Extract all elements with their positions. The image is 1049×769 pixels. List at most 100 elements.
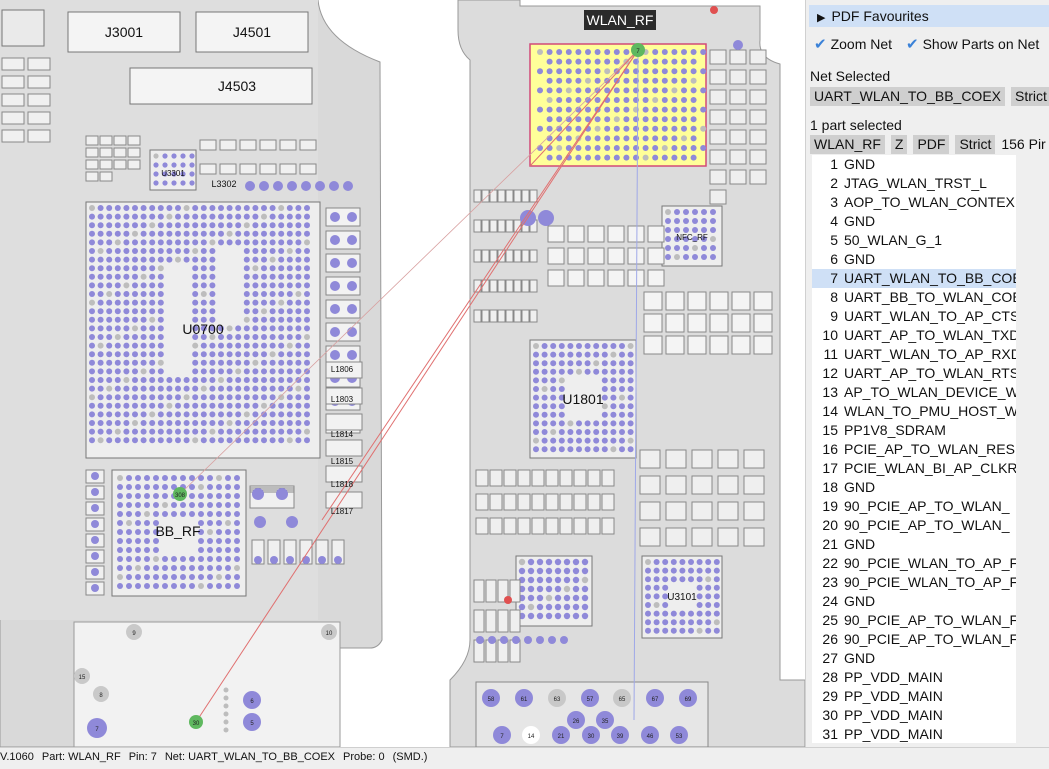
net-name-button[interactable]: UART_WLAN_TO_BB_COEX — [810, 87, 1005, 106]
pad — [234, 493, 240, 499]
pin-list-item[interactable]: 9 UART_WLAN_TO_AP_CTS — [812, 307, 1016, 326]
pad — [192, 205, 199, 211]
pad — [295, 411, 302, 418]
pin-list-item[interactable]: 18 GND — [812, 478, 1016, 497]
pin-list-item[interactable]: 5 50_WLAN_G_1 — [812, 231, 1016, 250]
pin-list-item[interactable]: 6 GND — [812, 250, 1016, 269]
pin-list-item[interactable]: 24 GND — [812, 592, 1016, 611]
pin-number: 15 — [822, 422, 838, 438]
pdf-button[interactable]: PDF — [913, 135, 950, 154]
pad — [97, 420, 104, 426]
pin-list-item[interactable]: 13 AP_TO_WLAN_DEVICE_W — [812, 383, 1016, 402]
pdf-favourites-header[interactable]: ▶ PDF Favourites — [809, 5, 1049, 27]
pad — [149, 428, 156, 435]
pad — [126, 520, 132, 526]
pin-list-item[interactable]: 16 PCIE_AP_TO_WLAN_RES — [812, 440, 1016, 459]
pad — [126, 547, 132, 553]
pad — [556, 87, 563, 94]
pad — [225, 556, 231, 562]
part-outline — [473, 189, 482, 203]
expand-triangle-icon[interactable]: ▶ — [817, 7, 825, 29]
part-outline — [475, 517, 489, 535]
pin-list-item[interactable]: 12 UART_AP_TO_WLAN_RTS — [812, 364, 1016, 383]
pad — [545, 594, 553, 602]
part-name-button[interactable]: WLAN_RF — [810, 135, 885, 154]
pad — [252, 325, 259, 332]
pin-list-item[interactable]: 27 GND — [812, 649, 1016, 668]
pad — [286, 248, 293, 254]
pad — [688, 576, 694, 583]
pin-list-item[interactable]: 23 90_PCIE_WLAN_TO_AP_F — [812, 573, 1016, 592]
pad — [157, 437, 164, 444]
pad — [286, 273, 293, 280]
pin-list-item[interactable]: 22 90_PCIE_WLAN_TO_AP_F — [812, 554, 1016, 573]
board-view[interactable]: J3001 J4501 J4503 U3301 L3302 U0700 BB_RF L1806… — [0, 0, 805, 747]
pin-list-item[interactable]: 20 90_PCIE_AP_TO_WLAN_ — [812, 516, 1016, 535]
part-outline — [503, 517, 517, 535]
pin-list[interactable]: 1 GND 2 JTAG_WLAN_TRST_L 3 AOP_TO_WLAN_CONTEX… — [812, 155, 1016, 743]
pad — [192, 248, 199, 254]
pin-list-item[interactable]: 17 PCIE_WLAN_BI_AP_CLKR — [812, 459, 1016, 478]
pad — [106, 351, 113, 358]
pad — [209, 342, 216, 349]
part-strict-button[interactable]: Strict — [955, 135, 996, 154]
pad — [216, 547, 222, 553]
zoom-net-checkbox[interactable]: ✔ Zoom Net — [814, 35, 892, 54]
pad — [679, 627, 686, 634]
pin-list-item[interactable]: 8 UART_BB_TO_WLAN_COE — [812, 288, 1016, 307]
pad — [690, 87, 697, 94]
pad — [207, 529, 213, 535]
pin-list-item[interactable]: 11 UART_WLAN_TO_AP_RXD — [812, 345, 1016, 364]
pin-list-item[interactable]: 14 WLAN_TO_PMU_HOST_W — [812, 402, 1016, 421]
pad — [295, 325, 302, 332]
pad — [304, 230, 310, 237]
pin-list-item[interactable]: 7 UART_WLAN_TO_BB_COE — [812, 269, 1016, 288]
pad — [140, 308, 147, 315]
pin-list-item[interactable]: 10 UART_AP_TO_WLAN_TXD — [812, 326, 1016, 345]
part-outline — [127, 147, 141, 158]
pin-list-item[interactable]: 4 GND — [812, 212, 1016, 231]
pin-list-item[interactable]: 26 90_PCIE_AP_TO_WLAN_F — [812, 630, 1016, 649]
pad — [114, 316, 121, 323]
pin-list-item[interactable]: 19 90_PCIE_AP_TO_WLAN_ — [812, 497, 1016, 516]
pad — [261, 420, 267, 426]
pad — [243, 411, 250, 418]
net-strict-button[interactable]: Strict — [1011, 87, 1049, 106]
pad — [192, 299, 199, 306]
pad — [536, 603, 544, 611]
pin-list-item[interactable]: 25 90_PCIE_AP_TO_WLAN_F — [812, 611, 1016, 630]
pad — [89, 368, 95, 375]
pad — [550, 394, 557, 401]
zoom-part-button[interactable]: Z — [890, 135, 908, 154]
board-canvas[interactable]: J3001 J4501J4503U3301L3302U0700BB_RFL1806… — [0, 0, 805, 747]
pad — [692, 245, 698, 251]
pin-list-item[interactable]: 1 GND — [812, 155, 1016, 174]
pad — [679, 610, 686, 617]
pin-list-item[interactable]: 29 PP_VDD_MAIN — [812, 687, 1016, 706]
pad — [623, 49, 630, 55]
pad — [226, 325, 233, 332]
pin-list-item[interactable]: 21 GND — [812, 535, 1016, 554]
pad — [269, 428, 276, 435]
pad — [153, 556, 159, 562]
pin-list-item[interactable]: 2 JTAG_WLAN_TRST_L — [812, 174, 1016, 193]
pad — [162, 556, 168, 562]
part-outline — [607, 269, 625, 287]
part-outline — [709, 129, 727, 145]
pin-list-item[interactable]: 31 PP_VDD_MAIN — [812, 725, 1016, 743]
pin-list-item[interactable]: 3 AOP_TO_WLAN_CONTEX — [812, 193, 1016, 212]
part-outline — [573, 517, 587, 535]
pin-list-item[interactable]: 28 PP_VDD_MAIN — [812, 668, 1016, 687]
pad — [315, 181, 325, 191]
pad — [295, 256, 302, 263]
part-outline — [665, 475, 687, 495]
pad — [550, 368, 557, 375]
pad — [661, 97, 668, 103]
pad — [527, 567, 535, 575]
pad — [252, 273, 259, 280]
pad — [243, 420, 250, 426]
pin-list-item[interactable]: 15 PP1V8_SDRAM — [812, 421, 1016, 440]
show-parts-checkbox[interactable]: ✔ Show Parts on Net — [906, 35, 1039, 54]
pin-list-item[interactable]: 30 PP_VDD_MAIN — [812, 706, 1016, 725]
part-outline — [717, 501, 739, 521]
